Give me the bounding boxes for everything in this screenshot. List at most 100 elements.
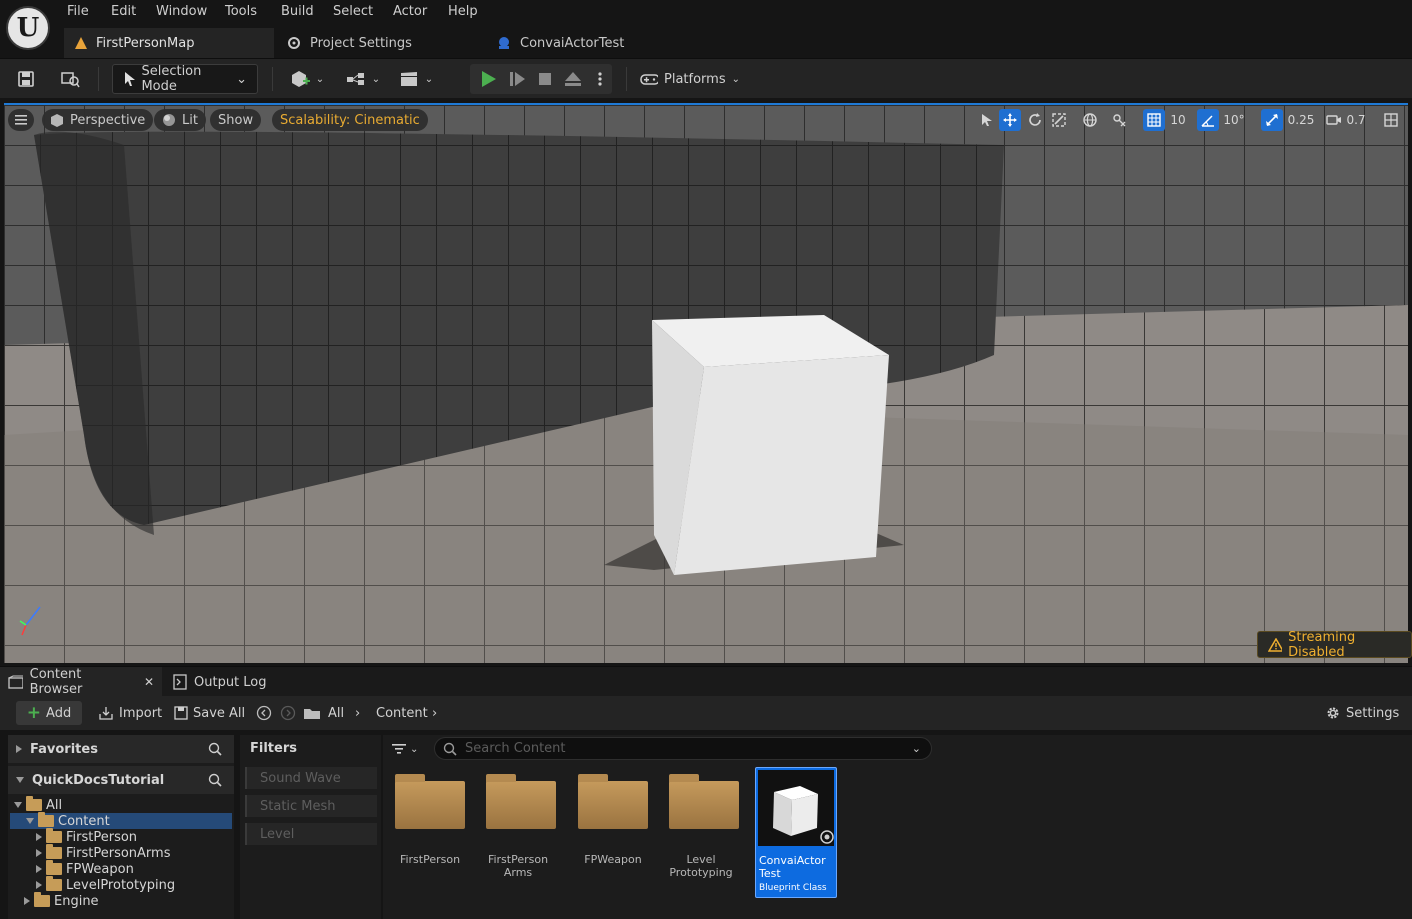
- tree-item-fpweapon[interactable]: FPWeapon: [8, 860, 230, 877]
- viewport-toolbar: Perspective Lit Show Scalability: Cinema…: [4, 105, 1408, 135]
- asset-blueprint-convaiactortest[interactable]: ConvaiActor Test Blueprint Class: [755, 767, 837, 898]
- breadcrumb-separator-icon[interactable]: ›: [432, 701, 437, 725]
- favorites-header[interactable]: Favorites: [8, 735, 234, 763]
- save-icon[interactable]: [12, 64, 40, 94]
- select-tool-icon[interactable]: [976, 109, 998, 131]
- forward-button[interactable]: [280, 701, 296, 725]
- menu-edit[interactable]: Edit: [111, 4, 136, 19]
- level-viewport[interactable]: [4, 103, 1408, 663]
- menu-actor[interactable]: Actor: [393, 4, 427, 19]
- tab-content-browser[interactable]: Content Browser ✕: [0, 667, 162, 697]
- world-space-icon[interactable]: [1079, 109, 1101, 131]
- blueprint-icon: [499, 37, 509, 49]
- search-icon[interactable]: [208, 773, 222, 787]
- tree-label: FPWeapon: [66, 861, 134, 877]
- menu-help[interactable]: Help: [448, 4, 478, 19]
- blueprint-dropdown-button[interactable]: ⌄: [343, 64, 383, 94]
- breadcrumb-all[interactable]: All: [328, 701, 344, 725]
- import-button[interactable]: Import: [98, 701, 162, 725]
- filter-sound-wave[interactable]: Sound Wave: [245, 767, 377, 789]
- advance-frame-button[interactable]: [505, 64, 529, 94]
- warning-icon: [1268, 637, 1283, 652]
- scale-tool-icon[interactable]: [1048, 109, 1070, 131]
- search-input[interactable]: Search Content ⌄: [434, 737, 932, 760]
- menu-build[interactable]: Build: [281, 4, 314, 19]
- menu-file[interactable]: File: [67, 4, 89, 19]
- breadcrumb-content[interactable]: Content: [376, 701, 428, 725]
- import-icon: [99, 707, 113, 720]
- tree-label: LevelPrototyping: [66, 877, 176, 893]
- perspective-button[interactable]: Perspective: [42, 109, 154, 131]
- filter-level[interactable]: Level: [245, 823, 377, 845]
- grid-snap-value[interactable]: 10: [1166, 109, 1190, 131]
- tree-item-all[interactable]: All: [8, 796, 230, 813]
- expand-icon: [36, 865, 42, 873]
- show-button[interactable]: Show: [210, 109, 262, 131]
- chevron-down-icon[interactable]: ⌄: [912, 742, 921, 755]
- asset-folder-firstperson[interactable]: FirstPerson: [395, 767, 477, 897]
- tree-item-engine[interactable]: Engine: [8, 892, 230, 909]
- chevron-down-icon: ⌄: [424, 73, 434, 85]
- tree-label: All: [46, 797, 63, 813]
- play-options-button[interactable]: [592, 64, 608, 94]
- selection-mode-dropdown[interactable]: Selection Mode ⌄: [112, 64, 258, 94]
- lit-button[interactable]: Lit: [154, 109, 206, 131]
- viewport-menu-button[interactable]: [8, 109, 34, 131]
- asset-folder-fpweapon[interactable]: FPWeapon: [578, 767, 660, 897]
- close-icon[interactable]: ✕: [144, 675, 154, 689]
- tree-item-content[interactable]: Content: [10, 812, 232, 829]
- scale-snap-icon[interactable]: [1261, 109, 1283, 131]
- tree-item-firstpersonarms[interactable]: FirstPersonArms: [8, 844, 230, 861]
- menu-select[interactable]: Select: [333, 4, 373, 19]
- back-button[interactable]: [256, 701, 272, 725]
- menu-tools[interactable]: Tools: [225, 4, 257, 19]
- camera-speed-button[interactable]: 0.7: [1324, 109, 1368, 131]
- add-actor-button[interactable]: ⌄: [286, 64, 328, 94]
- tree-item-firstperson[interactable]: FirstPerson: [8, 828, 230, 845]
- favorites-label: Favorites: [30, 741, 98, 757]
- eject-button[interactable]: [561, 64, 585, 94]
- tab-project-settings[interactable]: Project Settings: [276, 28, 486, 58]
- sources-panel: Favorites QuickDocsTutorial All Content …: [8, 735, 234, 919]
- rotation-snap-icon[interactable]: [1197, 109, 1219, 131]
- asset-label: Level Prototyping: [669, 853, 733, 879]
- back-arrow-icon: [256, 705, 272, 721]
- filter-dropdown-button[interactable]: ⌄: [392, 739, 428, 759]
- forward-arrow-icon: [280, 705, 296, 721]
- search-icon[interactable]: [208, 742, 222, 756]
- settings-button[interactable]: Settings: [1325, 701, 1399, 725]
- grid-snap-icon[interactable]: [1143, 109, 1165, 131]
- content-browser-icon: [8, 675, 23, 689]
- scalability-button[interactable]: Scalability: Cinematic: [272, 109, 428, 131]
- stop-button[interactable]: [533, 64, 557, 94]
- scale-snap-value[interactable]: 0.25: [1285, 109, 1317, 131]
- filters-panel: Filters Sound Wave Static Mesh Level: [240, 735, 381, 919]
- folder-icon: [34, 892, 50, 907]
- cinematics-dropdown-button[interactable]: ⌄: [396, 64, 436, 94]
- advance-frame-icon: [510, 72, 525, 86]
- surface-snap-icon[interactable]: [1108, 109, 1130, 131]
- asset-folder-firstpersonarms[interactable]: FirstPerson Arms: [486, 767, 568, 897]
- breadcrumb-separator-icon[interactable]: ›: [355, 701, 360, 725]
- translate-tool-icon[interactable]: [999, 109, 1021, 131]
- asset-type-label: Blueprint Class: [759, 883, 827, 893]
- platforms-dropdown[interactable]: Platforms ⌄: [640, 64, 740, 94]
- add-button[interactable]: + Add: [16, 701, 82, 725]
- save-all-button[interactable]: Save All: [174, 701, 245, 725]
- tab-label: FirstPersonMap: [96, 35, 195, 51]
- menu-window[interactable]: Window: [156, 4, 207, 19]
- tab-convai-actor-test[interactable]: ConvaiActorTest: [486, 28, 696, 58]
- rotate-tool-icon[interactable]: [1024, 109, 1046, 131]
- streaming-disabled-warning[interactable]: Streaming Disabled: [1257, 630, 1412, 660]
- tab-first-person-map[interactable]: FirstPersonMap: [64, 28, 274, 58]
- project-header[interactable]: QuickDocsTutorial: [8, 766, 234, 794]
- tree-item-levelprototyping[interactable]: LevelPrototyping: [8, 876, 230, 893]
- chevron-down-icon: ⌄: [236, 71, 247, 87]
- filter-static-mesh[interactable]: Static Mesh: [245, 795, 377, 817]
- play-button[interactable]: [476, 64, 500, 94]
- rotation-snap-value[interactable]: 10°: [1220, 109, 1248, 131]
- asset-folder-levelprototyping[interactable]: Level Prototyping: [669, 767, 751, 897]
- tab-output-log[interactable]: Output Log: [165, 667, 275, 697]
- layout-icon[interactable]: [1380, 109, 1402, 131]
- browse-content-icon[interactable]: [56, 64, 84, 94]
